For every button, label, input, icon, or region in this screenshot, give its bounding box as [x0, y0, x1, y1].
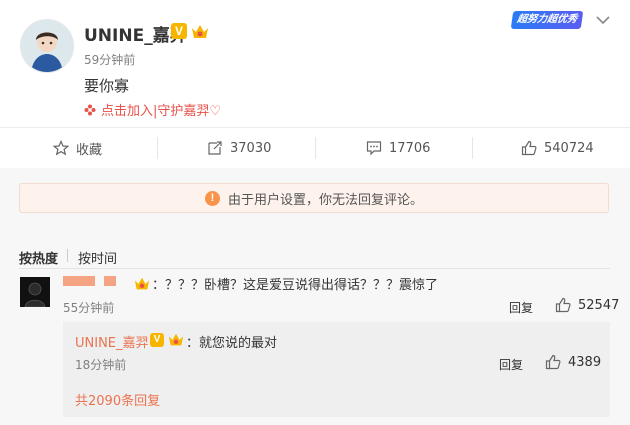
divider [157, 137, 158, 159]
comment-time: 55分钟前 [63, 301, 115, 315]
reply-author-name[interactable]: UNINE_嘉羿 [75, 332, 149, 351]
verified-icon: V [150, 333, 164, 347]
reply-like-button[interactable]: 4389 [545, 354, 601, 370]
redacted-username [63, 276, 95, 286]
reply-time: 18分钟前 [75, 358, 127, 372]
divider [19, 268, 610, 269]
verified-icon: V [171, 23, 187, 39]
repost-count: 37030 [230, 140, 272, 156]
divider [472, 137, 473, 159]
vip-crown-icon [192, 25, 208, 38]
author-avatar[interactable] [20, 19, 74, 73]
comment-like-count: 52547 [578, 297, 620, 313]
comment-icon [366, 141, 382, 156]
sort-by-time[interactable]: 按时间 [78, 248, 117, 267]
warning-icon: ! [204, 190, 220, 206]
comment-count: 17706 [389, 140, 431, 156]
super-topic-label: 点击加入|守护嘉羿♡ [101, 104, 222, 119]
divider [315, 137, 316, 159]
thumbs-up-icon [521, 140, 537, 156]
redacted-username [104, 276, 116, 286]
post-time[interactable]: 59分钟前 [84, 51, 135, 68]
promo-badge[interactable]: 超努力超优秀 [510, 11, 584, 29]
like-count: 540724 [544, 140, 594, 156]
notice-text: 由于用户设置，你无法回复评论。 [227, 192, 423, 208]
vip-crown-icon [168, 333, 184, 346]
chevron-down-icon[interactable] [596, 15, 610, 25]
vip-crown-icon [134, 277, 150, 290]
comment-text: ：？？？卧槽？这是爱豆说得出得话？？？震惊了 [152, 278, 439, 293]
post-content: 要你寡 [84, 77, 130, 95]
view-all-replies-link[interactable]: 共2090条回复 [75, 390, 160, 409]
favorite-button[interactable]: 收藏 [53, 128, 102, 168]
repost-icon [208, 141, 222, 155]
reply-restricted-notice: ! 由于用户设置，你无法回复评论。 [19, 183, 609, 213]
comment-button[interactable]: 17706 [366, 128, 430, 168]
star-icon [53, 140, 69, 156]
flower-icon [84, 104, 96, 115]
reply-button[interactable]: 回复 [509, 299, 533, 316]
commenter-avatar[interactable] [20, 277, 50, 307]
super-topic-link[interactable]: 点击加入|守护嘉羿♡ [84, 100, 221, 119]
thumbs-up-icon [545, 354, 561, 370]
divider [67, 249, 68, 262]
action-bar: 收藏 37030 17706 540724 [0, 127, 630, 168]
thumbs-up-icon [555, 297, 571, 313]
favorite-label: 收藏 [76, 142, 103, 158]
sort-by-hot[interactable]: 按热度 [19, 248, 58, 267]
like-button[interactable]: 540724 [521, 128, 594, 168]
comment-like-button[interactable]: 52547 [555, 297, 619, 313]
reply-like-count: 4389 [568, 354, 602, 370]
reply-text: ：就您说的最对 [186, 336, 278, 351]
repost-button[interactable]: 37030 [207, 128, 271, 168]
reply-button[interactable]: 回复 [499, 356, 523, 373]
